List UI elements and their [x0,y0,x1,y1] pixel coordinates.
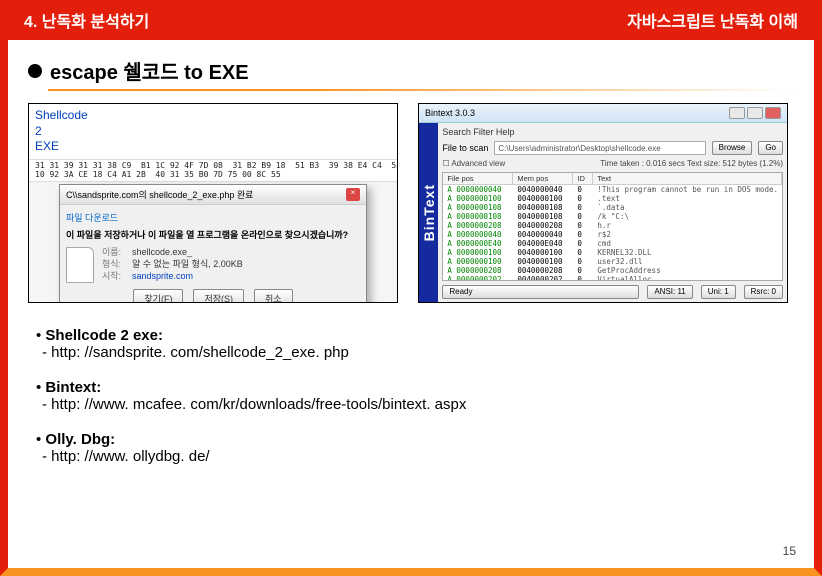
file-type: 알 수 없는 파일 형식, 2.00KB [132,259,243,269]
note-title: Bintext: [45,379,101,396]
file-path-input[interactable]: C:\Users\administrator\Desktop\shellcode… [494,141,705,155]
window-buttons [729,107,781,119]
close-icon[interactable]: × [346,188,360,201]
file-source: sandsprite.com [132,271,193,281]
find-button[interactable]: 찾기(F) [133,289,183,303]
col-mempos: Mem pos [513,173,573,184]
note-link: http: //www. ollydbg. de/ [51,448,209,465]
note-title: Shellcode 2 exe: [45,327,163,344]
screenshot-shellcode2exe: Shellcode 2 EXE 31 31 39 31 31 38 C9 B1 … [28,103,398,303]
dialog-prompt: 이 파일을 저장하거나 이 파일을 열 프로그램을 온라인으로 찾으시겠습니까? [66,230,348,240]
cancel-button[interactable]: 취소 [254,289,293,303]
screenshot-bintext: Bintext 3.0.3 BinText Search Filter Help… [418,103,788,303]
col-id: ID [573,173,593,184]
window-title: Bintext 3.0.3 [425,108,475,118]
minimize-icon[interactable] [729,107,745,119]
app-title-line: Shellcode [35,108,391,124]
bullet-icon [28,64,42,78]
table-row[interactable]: A 000000004000400000400r$2 [443,230,782,239]
label: 형식: [102,259,132,271]
app-title-line: 2 [35,124,391,140]
menu-bar[interactable]: Search Filter Help [442,127,783,137]
table-row[interactable]: A 000000010000400001000user32.dll [443,257,782,266]
divider [48,89,794,91]
status-rsrc: Rsrc: 0 [744,285,783,299]
status-uni: Uni: 1 [701,285,736,299]
label: 이름: [102,247,132,259]
page-number: 15 [783,544,796,558]
table-row[interactable]: A 000000020800400002080GetProcAddress [443,266,782,275]
note-title: Olly. Dbg: [45,431,115,448]
adv-label: Advanced view [451,159,505,168]
list-header: File pos Mem pos ID Text [443,173,782,185]
table-row[interactable]: A 0000000E40004000E0400cmd [443,239,782,248]
app-title: Shellcode 2 EXE [29,104,397,159]
note-link: http: //sandsprite. com/shellcode_2_exe.… [51,344,349,361]
table-row[interactable]: A 000000020800400002080h.r [443,221,782,230]
go-button[interactable]: Go [758,141,783,155]
note-item: • Olly. Dbg: - http: //www. ollydbg. de/ [36,431,786,465]
header-left: 4. 난독화 분석하기 [24,8,149,32]
table-row[interactable]: A 000000010800400001080`.data [443,203,782,212]
note-item: • Shellcode 2 exe: - http: //sandsprite.… [36,327,786,361]
note-item: • Bintext: - http: //www. mcafee. com/kr… [36,379,786,413]
close-icon[interactable] [765,107,781,119]
table-row[interactable]: A 000000010000400001000KERNEL32.DLL [443,248,782,257]
col-filepos: File pos [443,173,513,184]
sidebar-brand: BinText [419,123,438,303]
col-text: Text [593,173,782,184]
browse-button[interactable]: Browse [712,141,753,155]
table-row[interactable]: A 000000020200400002020VirtualAlloc [443,275,782,281]
table-row[interactable]: A 000000010800400001080/k "C:\ [443,212,782,221]
app-title-line: EXE [35,139,391,155]
table-row[interactable]: A 000000004000400000400!This program can… [443,185,782,194]
file-name: shellcode.exe_ [132,247,192,257]
save-button[interactable]: 저장(S) [193,289,244,303]
section-title: escape 쉘코드 to EXE [50,56,249,85]
section-title-row: escape 쉘코드 to EXE [28,56,794,85]
notes-list: • Shellcode 2 exe: - http: //sandsprite.… [8,327,814,465]
note-link: http: //www. mcafee. com/kr/downloads/fr… [51,396,466,413]
status-text: Time taken : 0.016 secs Text size: 512 b… [600,159,783,168]
table-row[interactable]: A 000000010000400001000.text [443,194,782,203]
label: 시작: [102,271,132,283]
file-icon [66,247,94,283]
window-titlebar: Bintext 3.0.3 [419,104,787,123]
status-ansi: ANSI: 11 [647,285,692,299]
download-dialog: C\\sandsprite.com의 shellcode_2_exe.php 완… [59,184,367,303]
file-meta: 이름:shellcode.exe_ 형식:알 수 없는 파일 형식, 2.00K… [102,247,243,282]
file-label: File to scan [442,143,488,153]
dialog-titlebar: C\\sandsprite.com의 shellcode_2_exe.php 완… [60,185,366,205]
results-list[interactable]: File pos Mem pos ID Text A 0000000040004… [442,172,783,281]
header-right: 자바스크립트 난독화 이해 [627,8,798,32]
dialog-tab: 파일 다운로드 [66,211,360,224]
slide-header: 4. 난독화 분석하기 자바스크립트 난독화 이해 [8,0,814,40]
status-ready: Ready [442,285,639,299]
dialog-title-text: C\\sandsprite.com의 shellcode_2_exe.php 완… [66,188,253,201]
hex-dump: 31 31 39 31 31 38 C9 B1 1C 92 4F 7D 08 3… [29,159,397,183]
maximize-icon[interactable] [747,107,763,119]
advanced-view-checkbox[interactable]: ☐ Advanced view [442,159,505,168]
